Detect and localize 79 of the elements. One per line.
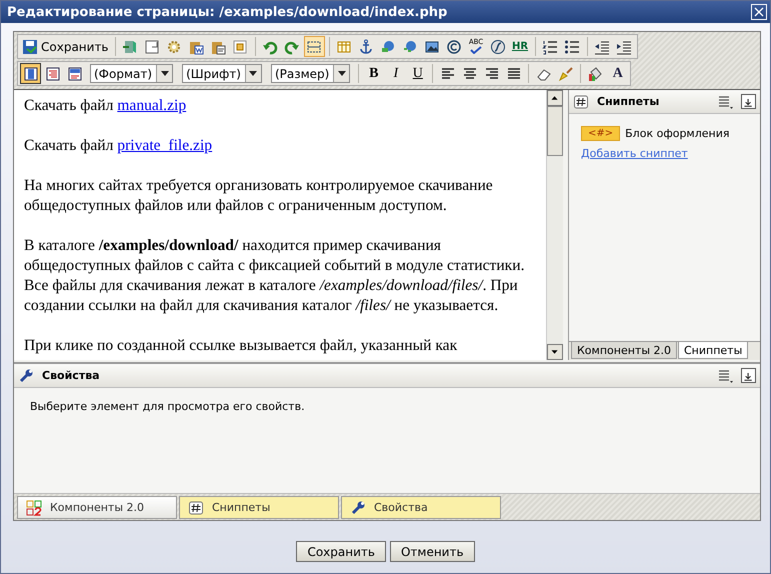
flash-icon bbox=[490, 38, 506, 54]
code-view-icon bbox=[44, 66, 60, 82]
check-icon bbox=[470, 46, 482, 54]
panel-title: Сниппеты bbox=[597, 95, 660, 108]
justify-icon bbox=[506, 66, 522, 82]
close-icon bbox=[752, 5, 766, 19]
paragraph: Скачать файл manual.zip bbox=[24, 96, 188, 116]
window-icon bbox=[144, 38, 160, 54]
dialog-button[interactable]: Сохранить bbox=[296, 541, 386, 562]
scrollbar[interactable] bbox=[546, 90, 563, 360]
add-snippet-link[interactable]: Добавить сниппет bbox=[581, 147, 748, 160]
file-link[interactable]: manual.zip bbox=[117, 97, 186, 114]
split-view-icon bbox=[66, 66, 82, 82]
page-view-icon bbox=[22, 66, 38, 82]
page-view-button[interactable] bbox=[20, 63, 41, 84]
panel-tab[interactable]: Сниппеты bbox=[179, 496, 339, 519]
brush-icon bbox=[558, 66, 574, 82]
paragraph: На многих сайтах требуется организовать контролируемое скачивание общедоступных файлов или файлов с ограниченным доступом. bbox=[24, 176, 494, 216]
copyright-icon bbox=[446, 38, 462, 54]
window-title: Редактирование страницы: /examples/download/index.php bbox=[7, 4, 448, 20]
panel-tab[interactable]: Сниппеты bbox=[678, 342, 748, 359]
panel-tab[interactable]: Свойства bbox=[341, 496, 501, 519]
image-icon bbox=[424, 38, 440, 54]
dialog-button[interactable]: Отменить bbox=[390, 541, 475, 562]
caret-icon bbox=[338, 71, 346, 76]
snippet-label[interactable]: Блок оформления bbox=[625, 127, 730, 140]
frame-icon bbox=[232, 38, 248, 54]
align-center-icon bbox=[462, 66, 478, 82]
bullet-list-icon bbox=[564, 38, 580, 54]
unlink-icon bbox=[402, 38, 418, 54]
snippet-badge[interactable]: <#> bbox=[581, 126, 620, 141]
align-left-icon bbox=[440, 66, 456, 82]
font-color-button[interactable]: A bbox=[607, 63, 628, 84]
paragraph: При клике по созданной ссылке вызывается файл, указанный как bbox=[24, 336, 458, 356]
scroll-down-button[interactable] bbox=[547, 344, 563, 360]
download-button[interactable] bbox=[741, 94, 756, 109]
bold-button[interactable]: B bbox=[363, 63, 384, 84]
dashed-box-icon bbox=[306, 38, 322, 54]
align-right-icon bbox=[484, 66, 500, 82]
indent-icon bbox=[616, 38, 632, 54]
outdent-icon bbox=[594, 38, 610, 54]
table-icon bbox=[336, 38, 352, 54]
dropdown[interactable]: (Формат) bbox=[90, 64, 174, 83]
paragraph: В каталоге /examples/download/ находится пример скачивания общедоступных файлов с сайта с фиксацией событий в модуле статистики. Все файлы для скачивания лежат в каталоге /examples/download/files/. При создании ссылки на файл для скачивания каталог /files/ не указывается. bbox=[24, 236, 526, 316]
door-icon bbox=[122, 38, 138, 54]
caret-icon bbox=[160, 71, 169, 76]
dashed-box-button[interactable] bbox=[304, 36, 324, 57]
close-button[interactable] bbox=[751, 4, 767, 20]
underline-button[interactable]: U bbox=[407, 63, 428, 84]
caret-icon bbox=[249, 71, 258, 76]
wrench-icon bbox=[350, 500, 366, 516]
scroll-up-button[interactable] bbox=[547, 90, 563, 106]
panel-title: Свойства bbox=[42, 369, 101, 382]
dropdown[interactable]: (Размер) bbox=[270, 64, 350, 83]
horizontal-rule-button[interactable]: HR bbox=[510, 36, 530, 57]
italic-button[interactable]: I bbox=[385, 63, 406, 84]
anchor-icon bbox=[358, 38, 374, 54]
scrollbar-thumb[interactable] bbox=[547, 106, 563, 156]
menu-icon bbox=[717, 368, 733, 384]
download-button[interactable] bbox=[741, 368, 756, 383]
file-link[interactable]: private_file.zip bbox=[117, 137, 212, 154]
panel-tab[interactable]: Компоненты 2.0 bbox=[17, 496, 177, 519]
paint-bucket-icon bbox=[588, 66, 604, 82]
editor-area[interactable] bbox=[14, 90, 546, 360]
gear-icon bbox=[166, 38, 182, 54]
save-button[interactable]: Сохранить bbox=[20, 36, 110, 57]
wrench-icon bbox=[18, 368, 34, 384]
menu-icon bbox=[717, 94, 733, 110]
hash-icon bbox=[188, 500, 204, 516]
hash-icon bbox=[573, 94, 589, 110]
components-icon bbox=[26, 500, 42, 516]
paragraph: Скачать файл private_file.zip bbox=[24, 136, 214, 156]
dropdown[interactable]: (Шрифт) bbox=[182, 64, 262, 83]
menu-button[interactable] bbox=[717, 94, 733, 110]
link-icon bbox=[380, 38, 396, 54]
numbered-list-icon bbox=[542, 38, 558, 54]
menu-button[interactable] bbox=[717, 368, 733, 384]
hint-text: Выберите элемент для просмотра его свойств. bbox=[30, 400, 305, 413]
panel-tab[interactable]: Компоненты 2.0 bbox=[571, 342, 677, 359]
